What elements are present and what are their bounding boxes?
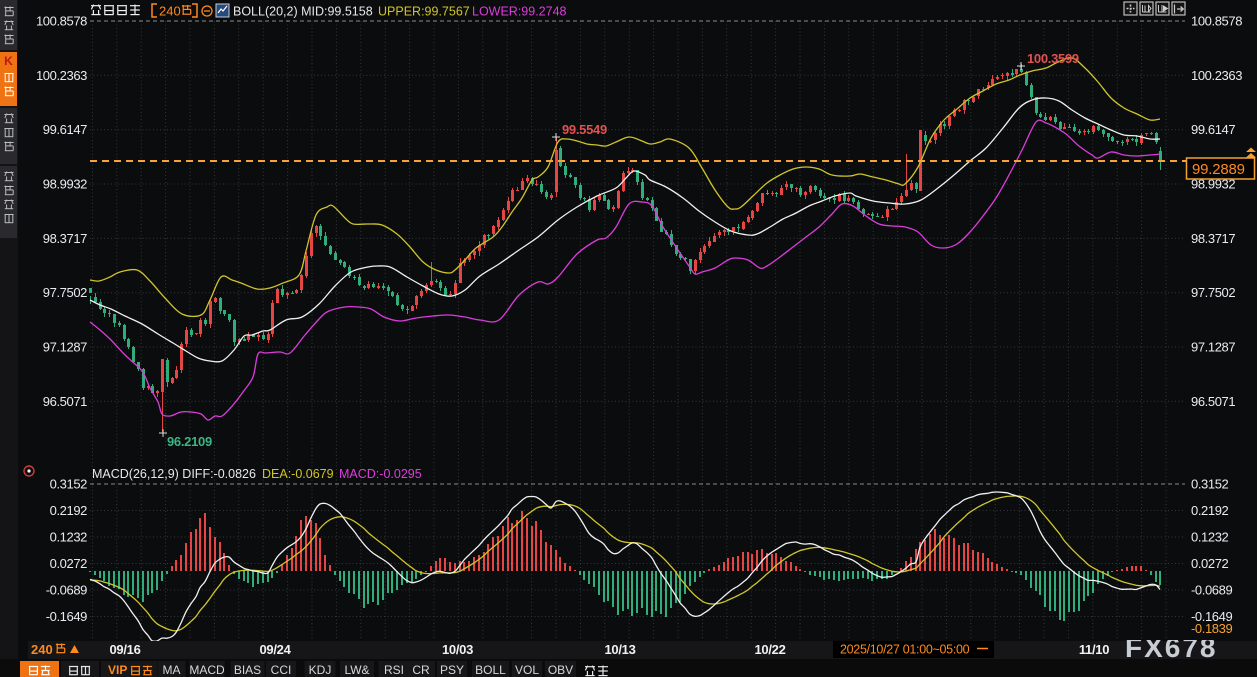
svg-text:PSY: PSY [440, 663, 464, 677]
svg-text:VOL: VOL [515, 663, 539, 677]
svg-text:09/24: 09/24 [259, 642, 291, 657]
svg-text:CR: CR [412, 663, 430, 677]
svg-text:10/22: 10/22 [754, 642, 785, 657]
svg-text:97.1287: 97.1287 [1191, 340, 1235, 355]
svg-text:OBV: OBV [548, 663, 573, 677]
svg-text:98.3717: 98.3717 [1191, 231, 1235, 246]
svg-text:-0.1649: -0.1649 [46, 609, 87, 624]
svg-text:MA: MA [163, 663, 181, 677]
svg-text:UPPER:99.7567: UPPER:99.7567 [378, 5, 470, 19]
svg-text:97.1287: 97.1287 [43, 340, 87, 355]
svg-text:99.6147: 99.6147 [1191, 122, 1235, 137]
svg-text:99.6147: 99.6147 [43, 122, 87, 137]
svg-text:MACD(26,12,9) DIFF:-0.0826: MACD(26,12,9) DIFF:-0.0826 [92, 467, 256, 481]
svg-text:240: 240 [31, 642, 53, 657]
svg-text:CCI: CCI [271, 663, 292, 677]
svg-text:LW&: LW& [344, 663, 369, 677]
svg-text:BOLL(20,2) MID:99.5158: BOLL(20,2) MID:99.5158 [233, 5, 373, 19]
svg-text:0.0272: 0.0272 [1191, 556, 1229, 571]
svg-text:BOLL: BOLL [475, 663, 506, 677]
svg-text:0.3152: 0.3152 [50, 477, 88, 492]
svg-text:96.5071: 96.5071 [1191, 394, 1235, 409]
svg-text:-0.0689: -0.0689 [1191, 583, 1232, 598]
svg-text:0.1232: 0.1232 [50, 530, 88, 545]
svg-text:VIP: VIP [108, 663, 127, 677]
svg-text:99.5549: 99.5549 [562, 122, 607, 137]
svg-text:97.7502: 97.7502 [1191, 285, 1235, 300]
svg-text:10/13: 10/13 [604, 642, 635, 657]
svg-text:RSI: RSI [384, 663, 404, 677]
svg-text:KDJ: KDJ [309, 663, 332, 677]
svg-text:11/10: 11/10 [1079, 642, 1109, 657]
svg-text:99.2889: 99.2889 [1192, 161, 1245, 178]
svg-text:LOWER:99.2748: LOWER:99.2748 [472, 5, 567, 19]
svg-text:0.2192: 0.2192 [50, 503, 88, 518]
svg-text:100.8578: 100.8578 [1191, 14, 1242, 29]
svg-text:0.1232: 0.1232 [1191, 530, 1229, 545]
svg-text:0.0272: 0.0272 [50, 556, 88, 571]
svg-text:0.3152: 0.3152 [1191, 477, 1229, 492]
svg-text:240: 240 [159, 4, 181, 19]
svg-text:10/03: 10/03 [442, 642, 473, 657]
svg-text:-0.0689: -0.0689 [46, 583, 87, 598]
svg-text:96.5071: 96.5071 [43, 394, 87, 409]
svg-text:FX678: FX678 [1125, 640, 1218, 663]
svg-text:96.2109: 96.2109 [167, 434, 212, 449]
svg-text:100.2363: 100.2363 [1191, 68, 1242, 83]
svg-text:98.3717: 98.3717 [43, 231, 87, 246]
svg-text:98.9932: 98.9932 [43, 177, 87, 192]
svg-text:DEA:-0.0679: DEA:-0.0679 [262, 467, 334, 481]
svg-text:100.8578: 100.8578 [36, 14, 87, 29]
svg-text:K: K [4, 54, 13, 68]
svg-text:MACD: MACD [189, 663, 225, 677]
svg-text:09/16: 09/16 [109, 642, 140, 657]
svg-text:100.3599: 100.3599 [1027, 51, 1079, 66]
svg-text:0.2192: 0.2192 [1191, 503, 1229, 518]
svg-text:97.7502: 97.7502 [43, 285, 87, 300]
svg-text:-0.1839: -0.1839 [1191, 621, 1232, 636]
svg-text:100.2363: 100.2363 [36, 68, 87, 83]
svg-text:BIAS: BIAS [234, 663, 261, 677]
svg-text:2025/10/27 01:00~05:00: 2025/10/27 01:00~05:00 [840, 643, 970, 657]
svg-text:MACD:-0.0295: MACD:-0.0295 [339, 467, 422, 481]
